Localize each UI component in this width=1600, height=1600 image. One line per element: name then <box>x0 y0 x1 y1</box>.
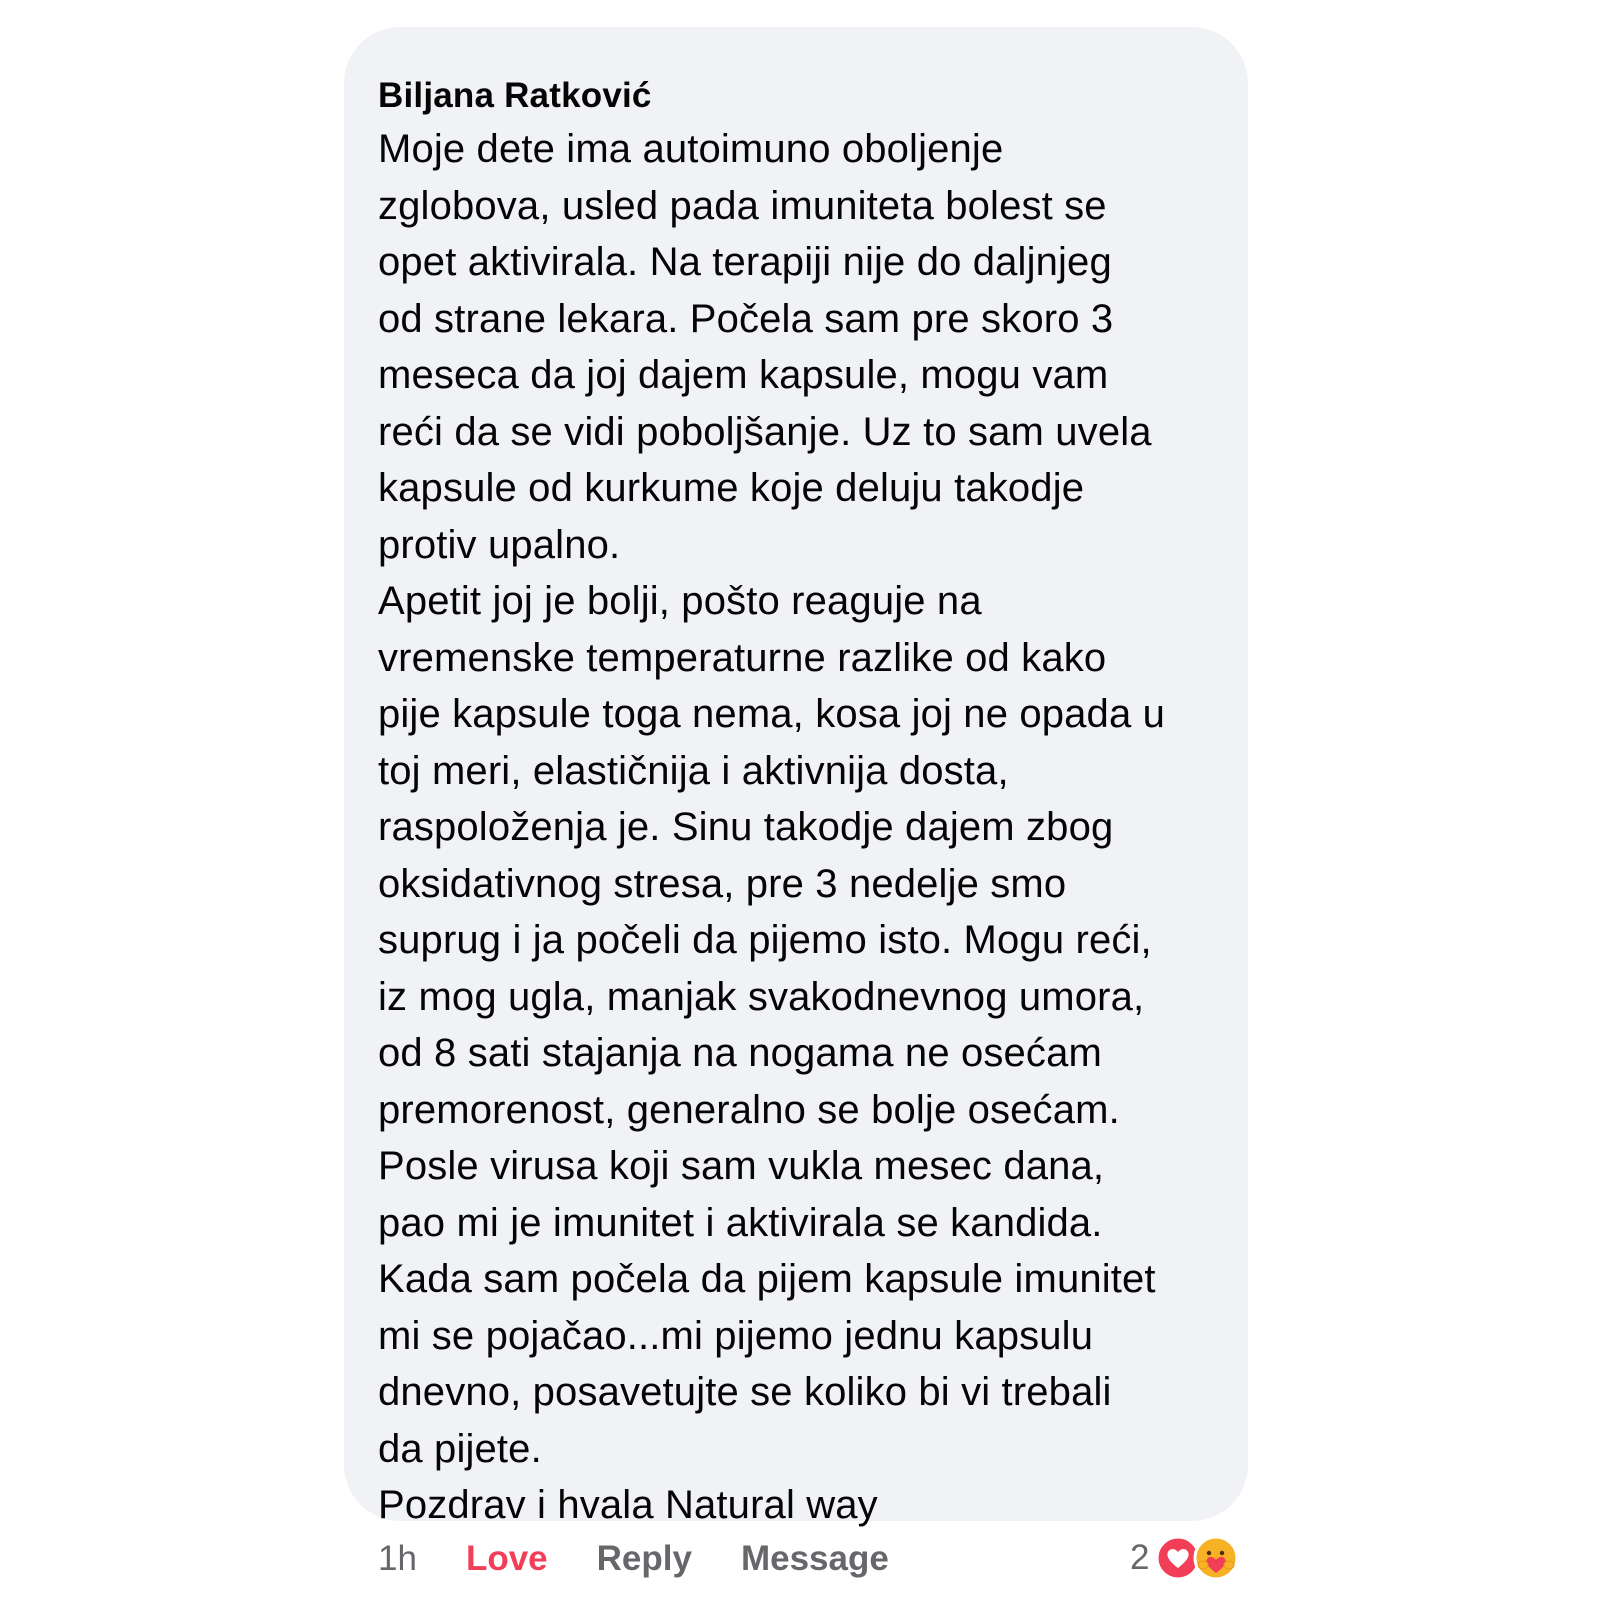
comment-line: raspoloženja je. Sinu takodje dajem zbog <box>378 805 1114 849</box>
reaction-count: 2 <box>1130 1538 1150 1577</box>
comment-text: Moje dete ima autoimuno oboljenje zglobo… <box>378 121 1214 1534</box>
comment-line: iz mog ugla, manjak svakodnevnog umora, <box>378 974 1145 1019</box>
comment-line: oksidativnog stresa, pre 3 nedelje smo <box>378 861 1067 906</box>
comment-line: pao mi je imunitet i aktivirala se kandi… <box>378 1200 1103 1245</box>
comment-line: Kada sam počela da pijem kapsule imunite… <box>378 1257 1156 1301</box>
comment-line: toj meri, elastičnija i aktivnija dosta, <box>378 748 1009 793</box>
comment-line: dnevno, posavetujte se koliko bi vi treb… <box>378 1370 1112 1414</box>
comment-line: da pijete. <box>378 1426 542 1471</box>
comment-line: mi se pojačao...mi pijemo jednu kapsulu <box>378 1313 1094 1358</box>
comment-line: protiv upalno. <box>378 522 621 567</box>
comment-author[interactable]: Biljana Ratković <box>378 71 1214 121</box>
comment-line: opet aktivirala. Na terapiji nije do dal… <box>378 240 1112 284</box>
comment-line: od 8 sati stajanja na nogama ne osećam <box>378 1031 1102 1075</box>
comment-line: premorenost, generalno se bolje osećam. <box>378 1087 1120 1132</box>
comment-bubble: Biljana Ratković Moje dete ima autoimuno… <box>344 27 1248 1527</box>
comment-timestamp[interactable]: 1h <box>378 1539 417 1579</box>
message-button[interactable]: Message <box>741 1539 889 1579</box>
comment-line: Moje dete ima autoimuno oboljenje <box>378 127 1004 171</box>
comment-line: Pozdrav i hvala Natural way <box>378 1483 878 1527</box>
comment-line: kapsule od kurkume koje deluju takodje <box>378 466 1085 510</box>
comment-line: vremenske temperaturne razlike od kako <box>378 635 1107 680</box>
comment-line: Apetit joj je bolji, pošto reaguje na <box>378 579 982 623</box>
comment-line: meseca da joj dajem kapsule, mogu vam <box>378 353 1109 397</box>
comment-line: suprug i ja počeli da pijemo isto. Mogu … <box>378 918 1152 962</box>
comment-actions: 1h Love Reply Message <box>378 1534 889 1584</box>
comment-line: Posle virusa koji sam vukla mesec dana, <box>378 1144 1105 1188</box>
comment-line: pije kapsule toga nema, kosa joj ne opad… <box>378 692 1165 736</box>
love-button[interactable]: Love <box>466 1539 548 1579</box>
reply-button[interactable]: Reply <box>597 1539 692 1579</box>
comment-line: zglobova, usled pada imuniteta bolest se <box>378 183 1107 228</box>
reaction-summary[interactable]: 2 <box>1130 1530 1239 1586</box>
comment-line: od strane lekara. Počela sam pre skoro 3 <box>378 296 1114 341</box>
comment-line: reći da se vidi poboljšanje. Uz to sam u… <box>378 409 1152 454</box>
care-reaction-icon <box>1193 1535 1239 1581</box>
